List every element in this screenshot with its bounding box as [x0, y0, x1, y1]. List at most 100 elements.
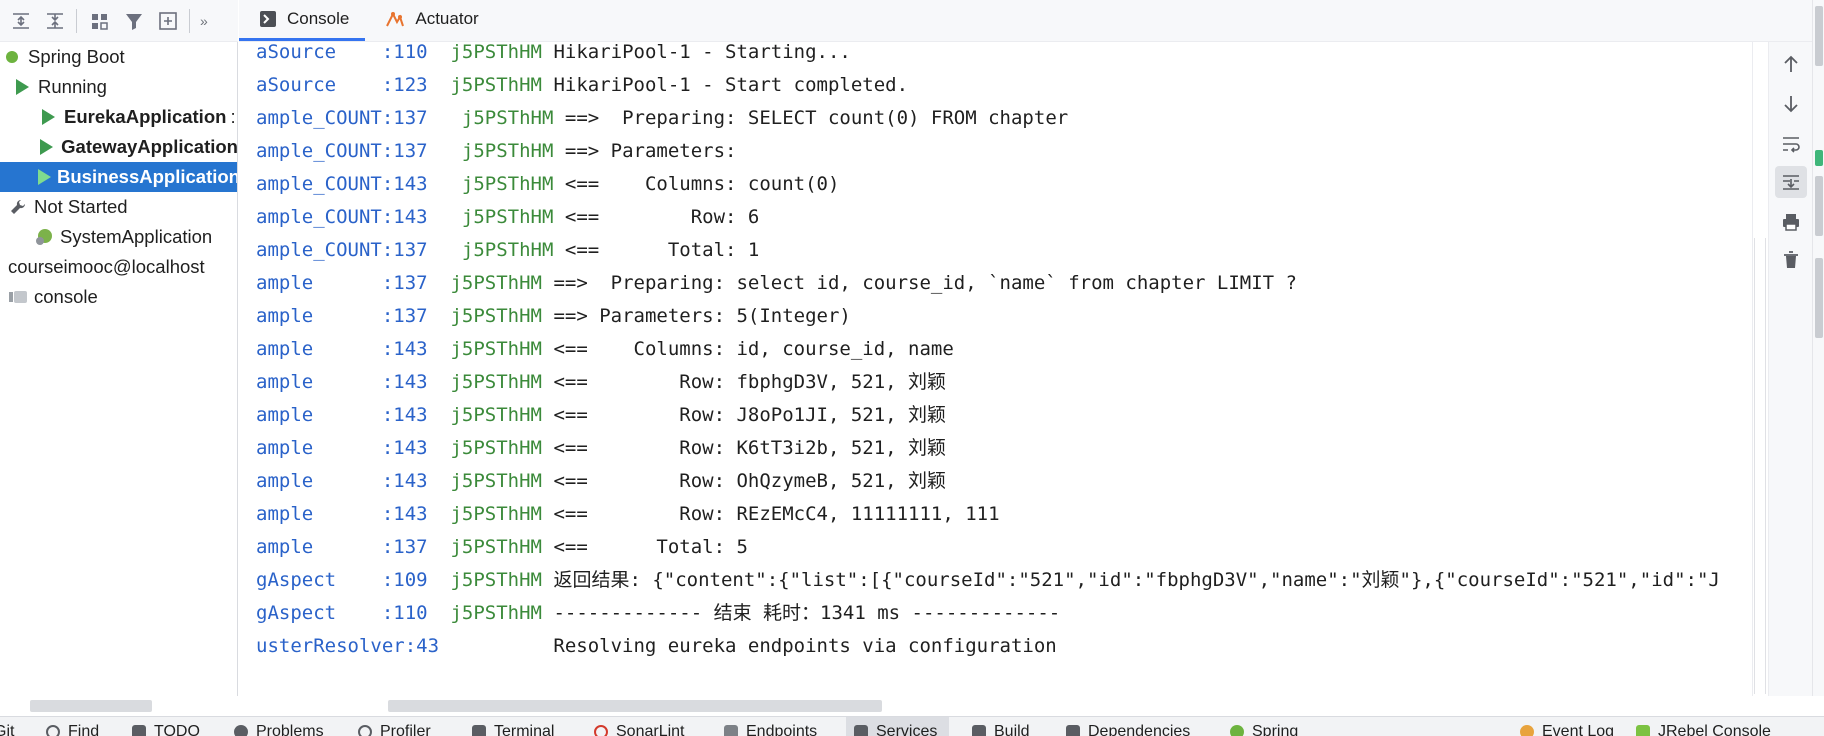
add-service-icon[interactable] [153, 6, 183, 36]
run-icon [38, 167, 51, 187]
filter-icon[interactable] [119, 6, 149, 36]
log-line: ample :137 j5PSThHM ==> Preparing: selec… [256, 272, 1297, 294]
tool-spring[interactable]: Spring [1230, 717, 1298, 736]
tree-item-label: console [34, 286, 98, 307]
tool-window-bar: Git Find TODO Problems Profiler Terminal… [0, 716, 1824, 736]
tree-item-suffix: : [230, 106, 236, 127]
side-tab-marker[interactable] [1815, 150, 1823, 166]
run-icon [38, 137, 55, 157]
tool-git[interactable]: Git [0, 717, 14, 736]
trash-icon[interactable] [1775, 244, 1807, 276]
tool-find[interactable]: Find [46, 717, 99, 736]
tool-terminal[interactable]: Terminal [472, 717, 554, 736]
spring-app-icon [34, 227, 54, 247]
services-icon [854, 725, 868, 736]
tool-event-log[interactable]: Event Log [1520, 717, 1614, 736]
toolbar-separator [76, 8, 77, 33]
console-horizontal-scrollbar[interactable] [388, 700, 882, 712]
tree-item-not-started[interactable]: Not Started [0, 192, 237, 222]
tree-item-label: courseimooc@localhost [8, 256, 205, 277]
services-tree: Spring Boot Running EurekaApplication : … [0, 42, 238, 696]
tab-console[interactable]: Console [239, 0, 366, 41]
tree-item-label: Not Started [34, 196, 128, 217]
console-actions [1768, 42, 1812, 696]
sonarlint-icon [594, 725, 608, 736]
console-output[interactable]: aSource :110 j5PSThHM HikariPool-1 - Sta… [240, 42, 1752, 696]
right-tool-strip [1812, 0, 1824, 696]
endpoints-icon [724, 725, 738, 736]
tool-sonarlint[interactable]: SonarLint [594, 717, 685, 736]
log-line: ample :143 j5PSThHM <== Row: fbphgD3V, 5… [256, 371, 947, 393]
log-line: aSource :110 j5PSThHM HikariPool-1 - Sta… [256, 42, 851, 63]
build-icon [972, 725, 986, 736]
expand-all-icon[interactable] [6, 6, 36, 36]
log-line: ample :143 j5PSThHM <== Row: J8oPo1JI, 5… [256, 404, 947, 426]
group-by-icon[interactable] [85, 6, 115, 36]
spring-leaf-icon [2, 47, 22, 67]
services-toolbar: » [0, 0, 238, 42]
tree-item-database[interactable]: courseimooc@localhost [0, 252, 237, 282]
more-actions-icon[interactable]: » [200, 13, 208, 29]
arrow-down-icon[interactable] [1775, 88, 1807, 120]
log-line: ample_COUNT:143 j5PSThHM <== Row: 6 [256, 206, 760, 228]
tree-item-label: Spring Boot [28, 46, 125, 67]
todo-icon [132, 725, 146, 736]
terminal-icon [472, 725, 486, 736]
tool-services[interactable]: Services [846, 717, 950, 736]
profiler-icon [358, 725, 372, 736]
tree-item-label: Running [38, 76, 107, 97]
tree-item-system-application[interactable]: SystemApplication [0, 222, 237, 252]
log-line: ample :143 j5PSThHM <== Row: K6tT3i2b, 5… [256, 437, 947, 459]
event-log-icon [1520, 725, 1534, 736]
log-line: ample_COUNT:137 j5PSThHM ==> Parameters: [256, 140, 748, 162]
wrench-icon [8, 197, 28, 217]
tree-item-label: BusinessApplication [57, 166, 238, 187]
log-line: gAspect :109 j5PSThHM 返回结果: {"content":{… [256, 569, 1720, 591]
tab-label: Console [287, 8, 350, 28]
console-icon [259, 10, 277, 28]
tree-item-running[interactable]: Running [0, 72, 237, 102]
collapse-all-icon[interactable] [40, 6, 70, 36]
tab-label: Actuator [415, 8, 479, 28]
console-db-icon [8, 287, 28, 307]
log-line: ample_COUNT:143 j5PSThHM <== Columns: co… [256, 173, 840, 195]
tree-item-business-application[interactable]: BusinessApplication [0, 162, 238, 192]
toolbar-separator [189, 8, 190, 33]
tab-actuator[interactable]: Actuator [365, 0, 494, 41]
tree-item-label: EurekaApplication [64, 106, 227, 127]
console-vertical-scroll-thumb[interactable] [1754, 238, 1766, 694]
print-icon[interactable] [1775, 206, 1807, 238]
log-line: ample :143 j5PSThHM <== Row: REzEMcC4, 1… [256, 503, 1000, 525]
database-icon [0, 257, 8, 277]
tool-problems[interactable]: Problems [234, 717, 324, 736]
run-icon [12, 77, 32, 97]
soft-wrap-icon[interactable] [1775, 128, 1807, 160]
tree-item-gateway-application[interactable]: GatewayApplication [0, 132, 237, 162]
problems-icon [234, 725, 248, 736]
log-line: ample :137 j5PSThHM <== Total: 5 [256, 536, 748, 558]
spring-icon [1230, 725, 1244, 736]
tool-endpoints[interactable]: Endpoints [724, 717, 817, 736]
log-line: ample_COUNT:137 j5PSThHM <== Total: 1 [256, 239, 760, 261]
scroll-to-end-icon[interactable] [1775, 166, 1807, 198]
tool-jrebel-console[interactable]: JRebel Console [1636, 717, 1771, 736]
arrow-up-icon[interactable] [1775, 48, 1807, 80]
tool-dependencies[interactable]: Dependencies [1066, 717, 1190, 736]
dependencies-icon [1066, 725, 1080, 736]
log-line: aSource :123 j5PSThHM HikariPool-1 - Sta… [256, 74, 909, 96]
tree-horizontal-scrollbar[interactable] [30, 700, 152, 712]
jrebel-icon [1636, 725, 1650, 736]
tool-build[interactable]: Build [972, 717, 1030, 736]
log-line: ample :137 j5PSThHM ==> Parameters: 5(In… [256, 305, 851, 327]
tree-item-spring-boot[interactable]: Spring Boot [0, 42, 237, 72]
side-tab-marker[interactable] [1815, 258, 1823, 338]
side-tab-marker[interactable] [1815, 6, 1823, 66]
side-tab-marker[interactable] [1815, 176, 1823, 236]
log-line: ample :143 j5PSThHM <== Columns: id, cou… [256, 338, 954, 360]
log-line: usterResolver:43 Resolving eureka endpoi… [256, 635, 1057, 657]
log-line: ample :143 j5PSThHM <== Row: OhQzymeB, 5… [256, 470, 947, 492]
tree-item-eureka-application[interactable]: EurekaApplication : [0, 102, 237, 132]
tool-profiler[interactable]: Profiler [358, 717, 431, 736]
tree-item-console[interactable]: console [0, 282, 237, 312]
tool-todo[interactable]: TODO [132, 717, 200, 736]
